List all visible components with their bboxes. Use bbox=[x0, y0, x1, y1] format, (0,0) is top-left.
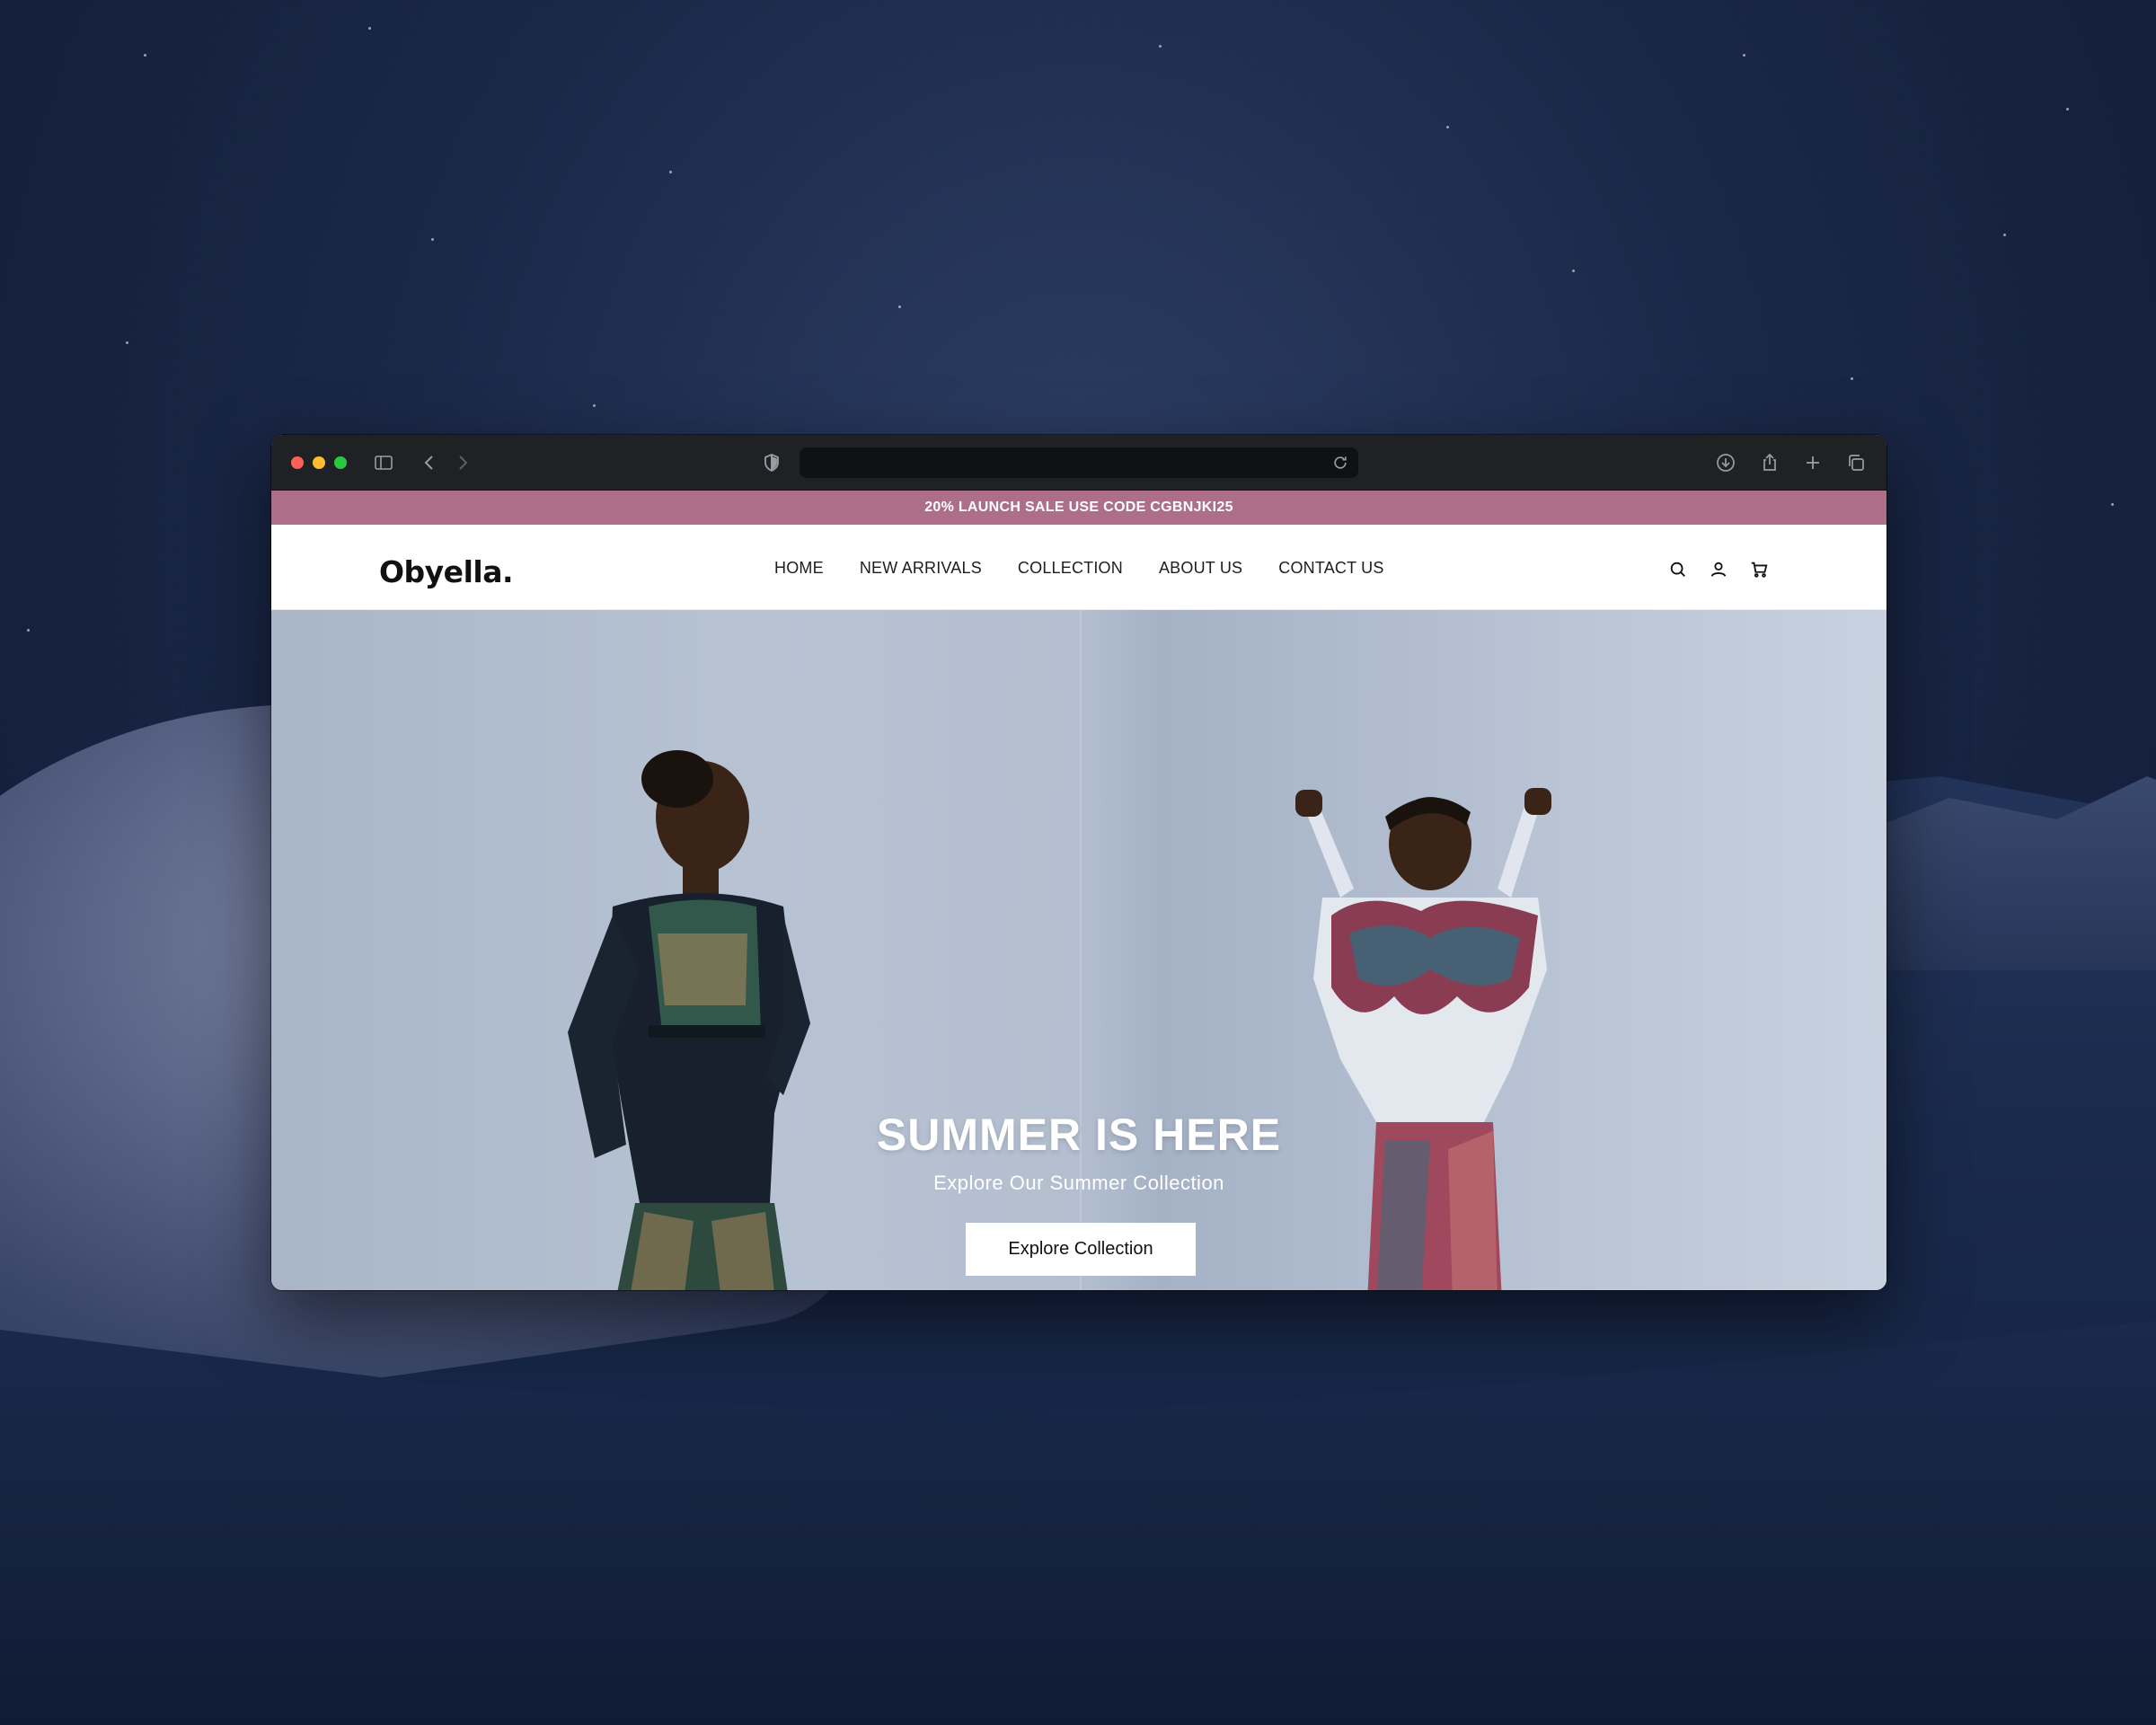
header-actions bbox=[1668, 560, 1769, 579]
account-icon[interactable] bbox=[1709, 560, 1728, 579]
nav-contact-us[interactable]: CONTACT US bbox=[1278, 559, 1383, 578]
tabs-overview-icon[interactable] bbox=[1844, 452, 1868, 473]
site-header: Obyella. HOME NEW ARRIVALS COLLECTION AB… bbox=[271, 525, 1886, 610]
main-nav: HOME NEW ARRIVALS COLLECTION ABOUT US CO… bbox=[774, 559, 1384, 578]
minimize-window-button[interactable] bbox=[313, 456, 325, 469]
shield-icon[interactable] bbox=[760, 452, 783, 473]
close-window-button[interactable] bbox=[291, 456, 304, 469]
search-icon[interactable] bbox=[1668, 560, 1688, 579]
sidebar-icon[interactable] bbox=[372, 452, 395, 473]
hero-model-left-image bbox=[568, 750, 810, 1290]
back-icon[interactable] bbox=[418, 452, 441, 473]
hero-banner: SUMMER IS HERE Explore Our Summer Collec… bbox=[271, 610, 1886, 1290]
nav-about-us[interactable]: ABOUT US bbox=[1159, 559, 1242, 578]
promo-text: 20% LAUNCH SALE USE CODE CGBNJKI25 bbox=[924, 500, 1233, 515]
cart-icon[interactable] bbox=[1749, 560, 1769, 579]
address-bar[interactable] bbox=[800, 447, 1358, 478]
new-tab-icon[interactable] bbox=[1801, 452, 1825, 473]
explore-collection-button[interactable]: Explore Collection bbox=[966, 1223, 1196, 1276]
window-controls bbox=[291, 456, 347, 469]
browser-window: 20% LAUNCH SALE USE CODE CGBNJKI25 Obyel… bbox=[271, 435, 1886, 1290]
forward-icon[interactable] bbox=[451, 452, 474, 473]
zoom-window-button[interactable] bbox=[334, 456, 347, 469]
hero-subtitle: Explore Our Summer Collection bbox=[933, 1172, 1224, 1194]
download-icon[interactable] bbox=[1714, 452, 1737, 473]
hero-text-block: SUMMER IS HERE Explore Our Summer Collec… bbox=[271, 1109, 1886, 1195]
hero-model-right-image bbox=[1295, 788, 1551, 1290]
promo-banner: 20% LAUNCH SALE USE CODE CGBNJKI25 bbox=[271, 491, 1886, 525]
reload-icon[interactable] bbox=[1331, 454, 1349, 472]
nav-home[interactable]: HOME bbox=[774, 559, 824, 578]
nav-collection[interactable]: COLLECTION bbox=[1018, 559, 1123, 578]
hero-title: SUMMER IS HERE bbox=[876, 1110, 1282, 1160]
share-icon[interactable] bbox=[1758, 452, 1781, 473]
site-logo[interactable]: Obyella. bbox=[379, 554, 514, 589]
browser-toolbar bbox=[271, 435, 1886, 491]
nav-new-arrivals[interactable]: NEW ARRIVALS bbox=[860, 559, 982, 578]
